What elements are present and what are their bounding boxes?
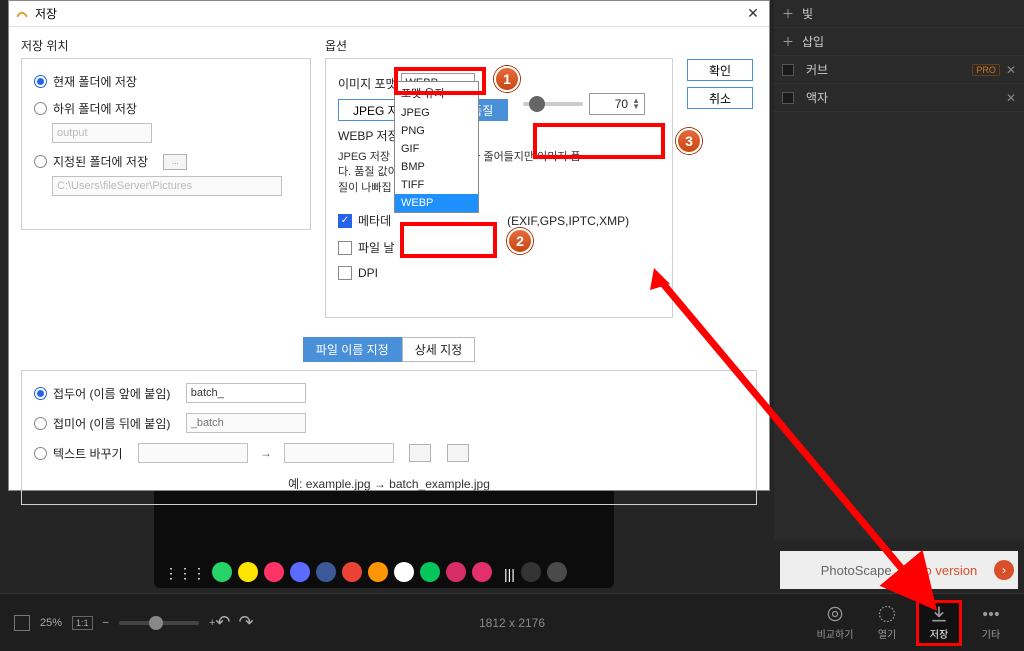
save-location-label: 저장 위치 (21, 37, 311, 54)
radio-sub-folder[interactable]: 하위 폴더에 저장 (34, 100, 298, 117)
image-dimensions: 1812 x 2176 (479, 616, 545, 630)
checkbox-dpi[interactable]: DPI (338, 266, 660, 280)
redo-icon[interactable]: ↷ (239, 612, 254, 633)
image-format-label: 이미지 포맷 (338, 75, 397, 92)
example-text: 예: example.jpg → batch_example.jpg (34, 475, 744, 492)
dropdown-webp[interactable]: WEBP (395, 194, 478, 212)
replace-to-input[interactable] (284, 443, 394, 463)
cancel-button[interactable]: 취소 (687, 87, 753, 109)
replace-opt-2[interactable] (447, 444, 469, 462)
zoom-slider[interactable] (119, 621, 199, 625)
tab-filename[interactable]: 파일 이름 지정 (303, 337, 402, 362)
checkbox-metadata[interactable]: ✓메타데(EXIF,GPS,IPTC,XMP) (338, 212, 660, 229)
dropdown-gif[interactable]: GIF (395, 140, 478, 158)
undo-icon[interactable]: ↶ (215, 612, 230, 633)
webp-save-label: WEBP 저장 (338, 129, 399, 143)
checkbox-filedate[interactable]: 파일 날 (338, 239, 660, 256)
options-label: 옵션 (325, 37, 673, 54)
radio-custom-folder[interactable]: 지정된 폴더에 저장 ... (34, 153, 298, 170)
app-logo-icon (15, 7, 29, 21)
close-icon[interactable]: ✕ (1006, 63, 1016, 77)
etc-button[interactable]: 기타 (968, 600, 1014, 646)
dialog-title: 저장 (35, 5, 57, 22)
right-row-light[interactable]: ＋빛 (774, 0, 1024, 28)
right-row-curve[interactable]: 커브PRO✕ (774, 56, 1024, 84)
plus-icon: ＋ (782, 33, 796, 50)
ratio-button[interactable]: 1:1 (72, 616, 93, 630)
chevron-right-icon[interactable]: › (994, 560, 1014, 580)
custom-folder-input[interactable] (52, 176, 282, 196)
zoom-value: 25% (40, 617, 62, 629)
ok-button[interactable]: 확인 (687, 59, 753, 81)
dropdown-keep[interactable]: 포맷 유지 (395, 82, 478, 104)
annotation-badge-3: 3 (676, 128, 702, 154)
zoom-out-icon[interactable]: − (103, 617, 109, 629)
radio-replace[interactable]: 텍스트 바꾸기 → (34, 443, 744, 463)
close-icon[interactable]: ✕ (1006, 91, 1016, 105)
subfolder-input[interactable] (52, 123, 152, 143)
browse-button[interactable]: ... (163, 154, 187, 170)
radio-prefix[interactable]: 접두어 (이름 앞에 붙임) (34, 383, 744, 403)
square-icon[interactable] (14, 615, 30, 631)
right-row-frame[interactable]: 액자✕ (774, 84, 1024, 112)
suffix-input[interactable] (186, 413, 306, 433)
dropdown-png[interactable]: PNG (395, 122, 478, 140)
replace-opt-1[interactable] (409, 444, 431, 462)
dropdown-bmp[interactable]: BMP (395, 158, 478, 176)
annotation-arrow (640, 260, 950, 630)
annotation-badge-1: 1 (494, 66, 520, 92)
prefix-input[interactable] (186, 383, 306, 403)
quality-spinner[interactable]: 70▲▼ (589, 93, 645, 115)
plus-icon: ＋ (782, 5, 796, 22)
dropdown-tiff[interactable]: TIFF (395, 176, 478, 194)
tab-detail[interactable]: 상세 지정 (402, 337, 476, 362)
annotation-badge-2: 2 (507, 228, 533, 254)
dropdown-jpeg[interactable]: JPEG (395, 104, 478, 122)
format-dropdown[interactable]: 포맷 유지 JPEG PNG GIF BMP TIFF WEBP (394, 81, 479, 213)
close-icon[interactable]: ✕ (743, 4, 763, 24)
replace-from-input[interactable] (138, 443, 248, 463)
radio-suffix[interactable]: 접미어 (이름 뒤에 붙임) (34, 413, 744, 433)
radio-current-folder[interactable]: 현재 폴더에 저장 (34, 73, 298, 90)
quality-slider[interactable] (523, 102, 583, 106)
dialog-titlebar: 저장 ✕ (9, 1, 769, 27)
save-location-group: 현재 폴더에 저장 하위 폴더에 저장 지정된 폴더에 저장 ... (21, 58, 311, 230)
right-row-insert[interactable]: ＋삽입 (774, 28, 1024, 56)
